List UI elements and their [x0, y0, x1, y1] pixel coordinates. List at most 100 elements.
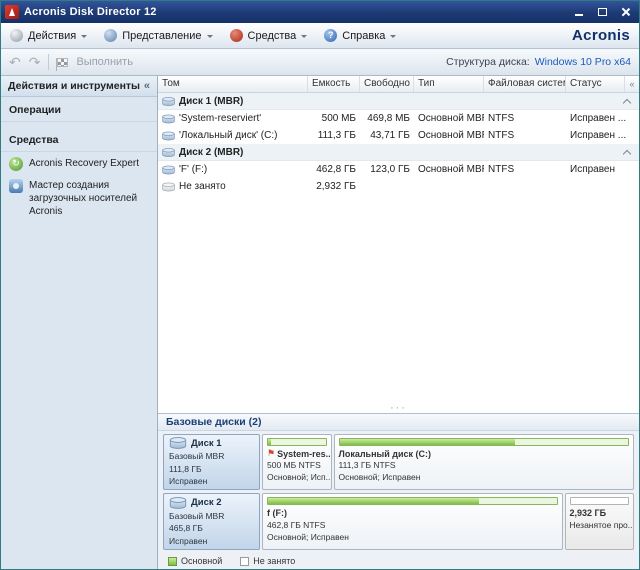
sidebar-section-operations[interactable]: Операции — [1, 97, 157, 122]
redo-icon[interactable]: ↷ — [29, 55, 41, 69]
disks-panel-title: Базовые диски (2) — [158, 414, 639, 431]
volume-table-header: Том Емкость Свободно Тип Файловая систем… — [158, 76, 639, 93]
disk-legend: Основной Не занято — [158, 553, 639, 569]
disk-group-row[interactable]: Диск 2 (MBR) — [158, 144, 639, 161]
execute-button[interactable]: Выполнить — [76, 56, 132, 68]
partition-block[interactable]: Локальный диск (C:)111,3 ГБ NTFSОсновной… — [334, 434, 635, 491]
volume-row[interactable]: 'F' (F:)462,8 ГБ123,0 ГБОсновной MBRNTFS… — [158, 161, 639, 178]
window-title: Acronis Disk Director 12 — [24, 6, 157, 18]
column-header-type[interactable]: Тип — [414, 76, 484, 92]
volume-icon — [162, 96, 175, 107]
volume-name: Не занято — [158, 181, 308, 192]
menu-actions-label: Действия — [28, 30, 76, 42]
chevron-down-icon — [81, 35, 87, 41]
volume-name: 'Локальный диск' (C:) — [158, 130, 308, 141]
usage-bar — [570, 497, 630, 505]
volume-free: 43,71 ГБ — [360, 130, 414, 141]
legend-item-unallocated: Не занято — [240, 556, 295, 566]
volume-capacity: 500 МБ — [308, 113, 360, 124]
chevron-down-icon — [301, 35, 307, 41]
disk-icon — [169, 497, 187, 509]
column-header-volume[interactable]: Том — [158, 76, 308, 92]
titlebar: Acronis Disk Director 12 — [1, 1, 639, 23]
disk-rows: Диск 1Базовый MBR111,8 ГБИсправен⚑System… — [158, 431, 639, 550]
help-icon: ? — [324, 29, 337, 42]
splitter-dots-icon: ··· — [390, 404, 407, 412]
execute-flag-icon — [57, 58, 68, 67]
toolbar: ↶ ↷ Выполнить Структура диска: Windows 1… — [1, 49, 639, 76]
volume-filesystem: NTFS — [484, 130, 566, 141]
menu-actions[interactable]: Действия — [10, 29, 87, 42]
volume-row[interactable]: Не занято2,932 ГБ — [158, 178, 639, 195]
volume-filesystem: NTFS — [484, 113, 566, 124]
chevron-down-icon — [390, 35, 396, 41]
chevron-down-icon — [207, 35, 213, 41]
legend-item-primary: Основной — [168, 556, 222, 566]
maximize-button[interactable] — [592, 4, 612, 20]
disk-icon — [169, 437, 187, 449]
column-header-capacity[interactable]: Емкость — [308, 76, 360, 92]
column-options-icon[interactable]: « — [625, 76, 639, 92]
volume-icon — [162, 147, 175, 158]
minimize-button[interactable] — [569, 4, 589, 20]
volume-type: Основной MBR — [414, 164, 484, 175]
sidebar-item-label: Мастер создания загрузочных носителей Ac… — [29, 179, 149, 218]
volume-row[interactable]: 'Локальный диск' (C:)111,3 ГБ43,71 ГБОсн… — [158, 127, 639, 144]
disk-info-block[interactable]: Диск 1Базовый MBR111,8 ГБИсправен — [163, 434, 260, 491]
partition-block[interactable]: f (F:)462,8 ГБ NTFSОсновной; Исправен — [262, 493, 563, 550]
main-area: Действия и инструменты « Операции Средст… — [1, 76, 639, 569]
disk-group-label: Диск 2 (MBR) — [158, 147, 624, 158]
volume-free: 469,8 МБ — [360, 113, 414, 124]
volume-name: 'System-reserviert' — [158, 113, 308, 124]
column-header-filesystem[interactable]: Файловая система — [484, 76, 566, 92]
menu-tools[interactable]: Средства — [230, 29, 308, 42]
usage-bar — [339, 438, 630, 446]
unallocated-swatch-icon — [240, 557, 249, 566]
volume-capacity: 2,932 ГБ — [308, 181, 360, 192]
volume-icon — [162, 165, 175, 175]
close-button[interactable] — [615, 4, 635, 20]
disk-group-row[interactable]: Диск 1 (MBR) — [158, 93, 639, 110]
collapse-group-icon[interactable] — [623, 149, 631, 157]
menu-view-label: Представление — [122, 30, 201, 42]
disk-row: Диск 1Базовый MBR111,8 ГБИсправен⚑System… — [163, 434, 634, 491]
column-header-status[interactable]: Статус — [566, 76, 625, 92]
sidebar-item-media-builder[interactable]: Мастер создания загрузочных носителей Ac… — [1, 174, 157, 221]
media-builder-icon — [9, 179, 23, 193]
volume-icon — [162, 114, 175, 124]
legend-label: Основной — [181, 556, 222, 566]
menubar: Действия Представление Средства ? Справк… — [1, 23, 639, 49]
splitter-handle[interactable]: ··· — [158, 195, 639, 413]
actions-icon — [10, 29, 23, 42]
menu-tools-label: Средства — [248, 30, 297, 42]
undo-icon[interactable]: ↶ — [9, 55, 21, 69]
disk-structure-value[interactable]: Windows 10 Pro x64 — [535, 56, 631, 68]
app-logo-icon — [5, 5, 19, 19]
partition-block[interactable]: ⚑System-res...500 МБ NTFSОсновной; Исп..… — [262, 434, 332, 491]
unallocated-icon — [162, 182, 175, 192]
sidebar-collapse-icon[interactable]: « — [144, 80, 150, 92]
recovery-expert-icon: ↻ — [9, 157, 23, 171]
sidebar-item-label: Acronis Recovery Expert — [29, 157, 139, 170]
unallocated-block[interactable]: 2,932 ГБНезанятое про... — [565, 493, 635, 550]
acronis-brand-logo: Acronis — [572, 27, 630, 44]
active-flag-icon: ⚑ — [267, 449, 275, 458]
usage-bar — [267, 438, 327, 446]
volume-capacity: 462,8 ГБ — [308, 164, 360, 175]
menu-view[interactable]: Представление — [104, 29, 212, 42]
column-header-free[interactable]: Свободно — [360, 76, 414, 92]
collapse-group-icon[interactable] — [623, 98, 631, 106]
sidebar-item-recovery-expert[interactable]: ↻ Acronis Recovery Expert — [1, 152, 157, 174]
sidebar-section-tools[interactable]: Средства — [1, 127, 157, 152]
tools-icon — [230, 29, 243, 42]
volume-row[interactable]: 'System-reserviert'500 МБ469,8 МБОсновно… — [158, 110, 639, 127]
sidebar-title: Действия и инструменты — [8, 80, 140, 92]
disk-info-block[interactable]: Диск 2Базовый MBR465,8 ГБИсправен — [163, 493, 260, 550]
window-controls — [569, 4, 635, 20]
content-area: Том Емкость Свободно Тип Файловая систем… — [158, 76, 639, 569]
volume-name: 'F' (F:) — [158, 164, 308, 175]
usage-bar — [267, 497, 558, 505]
volume-capacity: 111,3 ГБ — [308, 130, 360, 141]
menu-help[interactable]: ? Справка — [324, 29, 396, 42]
volume-status: Исправен ... — [566, 113, 639, 124]
